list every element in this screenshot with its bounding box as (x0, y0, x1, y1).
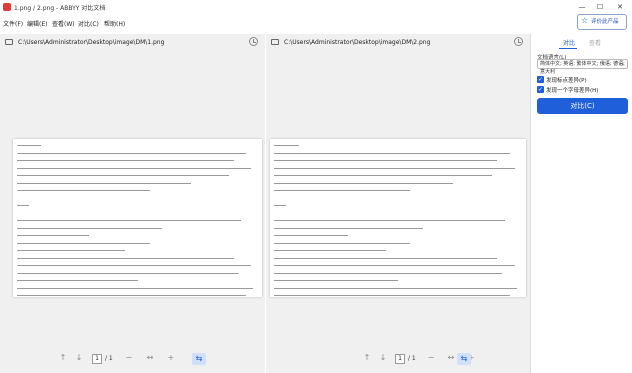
right-document-footer: ↑ ↓ 1 / 1 − ↔ + ⇆ (266, 350, 530, 370)
history-icon[interactable] (514, 37, 523, 46)
document-text-line (17, 250, 125, 251)
document-text-line (17, 182, 191, 184)
document-text-line (274, 175, 492, 176)
folder-icon[interactable] (5, 39, 13, 45)
document-text-line (274, 190, 410, 191)
document-text-line (274, 182, 453, 184)
maximize-button[interactable]: ☐ (594, 1, 606, 13)
document-text-line (17, 265, 251, 266)
rate-product-button[interactable]: ☆ 评价此产品 (577, 14, 627, 30)
fit-width-icon[interactable]: ↔ (145, 353, 155, 362)
compare-settings-panel: 对比 查看 文档语言(L) 简体中文; 英语; 繁体中文; 俄语; 德语; 意大… (530, 34, 632, 373)
history-icon[interactable] (249, 37, 258, 46)
document-text-line (17, 145, 41, 146)
document-text-line (274, 257, 497, 259)
document-text-line (274, 250, 386, 251)
menu-view[interactable]: 查看(W) (52, 19, 75, 28)
document-text-line (17, 167, 251, 169)
document-text-line (17, 280, 138, 281)
document-text-line (274, 287, 517, 289)
document-text-line (274, 152, 510, 154)
tab-view[interactable]: 查看 (589, 38, 601, 47)
document-text-line (274, 265, 515, 266)
window-title: 1.png / 2.png - ABBYY 对比文档 (14, 5, 106, 12)
left-document-page (13, 139, 262, 297)
document-text-line (17, 287, 253, 289)
menu-compare[interactable]: 对比(C) (78, 19, 99, 28)
left-document-path: C:\Users\Administrator\Desktop\image\DM\… (18, 39, 165, 46)
folder-icon[interactable] (271, 39, 279, 45)
document-text-line (274, 242, 410, 244)
document-text-line (17, 257, 234, 259)
document-text-line (17, 272, 239, 274)
close-button[interactable]: ✕ (614, 1, 626, 13)
document-text-line (17, 242, 150, 244)
document-text-line (274, 167, 515, 169)
zoom-in-icon[interactable]: + (166, 353, 176, 362)
document-text-line (274, 235, 348, 236)
menu-help[interactable]: 帮助(H) (104, 19, 125, 28)
zoom-out-icon[interactable]: − (426, 353, 436, 362)
fit-width-icon[interactable]: ↔ (446, 353, 456, 362)
document-text-line (17, 235, 89, 236)
app-logo-icon (3, 3, 11, 11)
page-up-icon[interactable]: ↑ (362, 353, 372, 362)
right-page-total: / 1 (408, 355, 416, 362)
sync-scroll-icon[interactable]: ⇆ (457, 353, 471, 365)
tab-compare[interactable]: 对比 (563, 38, 575, 47)
menu-edit[interactable]: 编辑(E) (27, 19, 47, 28)
document-text-line (274, 280, 398, 281)
checkbox-checked-icon[interactable]: ✓ (537, 86, 544, 93)
minimize-button[interactable]: — (576, 1, 588, 13)
checkbox-checked-icon[interactable]: ✓ (537, 76, 544, 83)
document-text-line (17, 175, 229, 176)
document-text-line (274, 145, 299, 146)
menu-file[interactable]: 文件(F) (3, 19, 23, 28)
document-text-line (17, 220, 241, 221)
left-document-header: C:\Users\Administrator\Desktop\image\DM\… (0, 34, 265, 52)
star-icon: ☆ (581, 16, 589, 25)
document-text-line (17, 205, 29, 206)
menu-bar: 文件(F) 编辑(E) 查看(W) 对比(C) 帮助(H) (0, 14, 632, 34)
right-document-path: C:\Users\Administrator\Desktop\image\DM\… (284, 39, 431, 46)
page-up-icon[interactable]: ↑ (58, 353, 68, 362)
document-text-line (274, 220, 505, 221)
left-page-total: / 1 (105, 355, 113, 362)
title-bar: 1.png / 2.png - ABBYY 对比文档 — ☐ ✕ (0, 0, 632, 14)
right-page-input[interactable]: 1 (395, 354, 405, 364)
document-text-line (274, 227, 423, 229)
chevron-down-icon: ⌄ (619, 60, 625, 67)
letter-diff-label: 发现一个字母差异(H) (546, 88, 599, 94)
document-text-line (274, 160, 497, 161)
punctuation-diff-label: 发现标点差异(P) (546, 78, 587, 84)
active-tab-indicator (559, 48, 577, 49)
document-text-line (17, 295, 246, 296)
document-text-line (274, 272, 502, 274)
right-document-page (270, 139, 526, 297)
document-text-line (274, 295, 510, 296)
page-down-icon[interactable]: ↓ (74, 353, 84, 362)
left-page-input[interactable]: 1 (92, 354, 102, 364)
right-document-panel: C:\Users\Administrator\Desktop\image\DM\… (266, 34, 530, 373)
document-text-line (274, 205, 286, 206)
sync-scroll-icon[interactable]: ⇆ (192, 353, 206, 365)
document-text-line (17, 227, 162, 229)
right-document-header: C:\Users\Administrator\Desktop\image\DM\… (266, 34, 530, 52)
page-down-icon[interactable]: ↓ (378, 353, 388, 362)
compare-button[interactable]: 对比(C) (537, 98, 628, 114)
left-document-panel: C:\Users\Administrator\Desktop\image\DM\… (0, 34, 265, 373)
document-text-line (17, 152, 246, 154)
left-document-footer: ↑ ↓ 1 / 1 − ↔ + ⇆ (0, 350, 265, 370)
document-language-select[interactable]: 简体中文; 英语; 繁体中文; 俄语; 德语; 意大利 ⌄ (537, 59, 628, 75)
rate-product-label: 评价此产品 (591, 19, 619, 25)
document-language-value: 简体中文; 英语; 繁体中文; 俄语; 德语; 意大利 (540, 61, 625, 75)
zoom-out-icon[interactable]: − (124, 353, 134, 362)
document-text-line (17, 190, 150, 191)
document-text-line (17, 160, 234, 161)
